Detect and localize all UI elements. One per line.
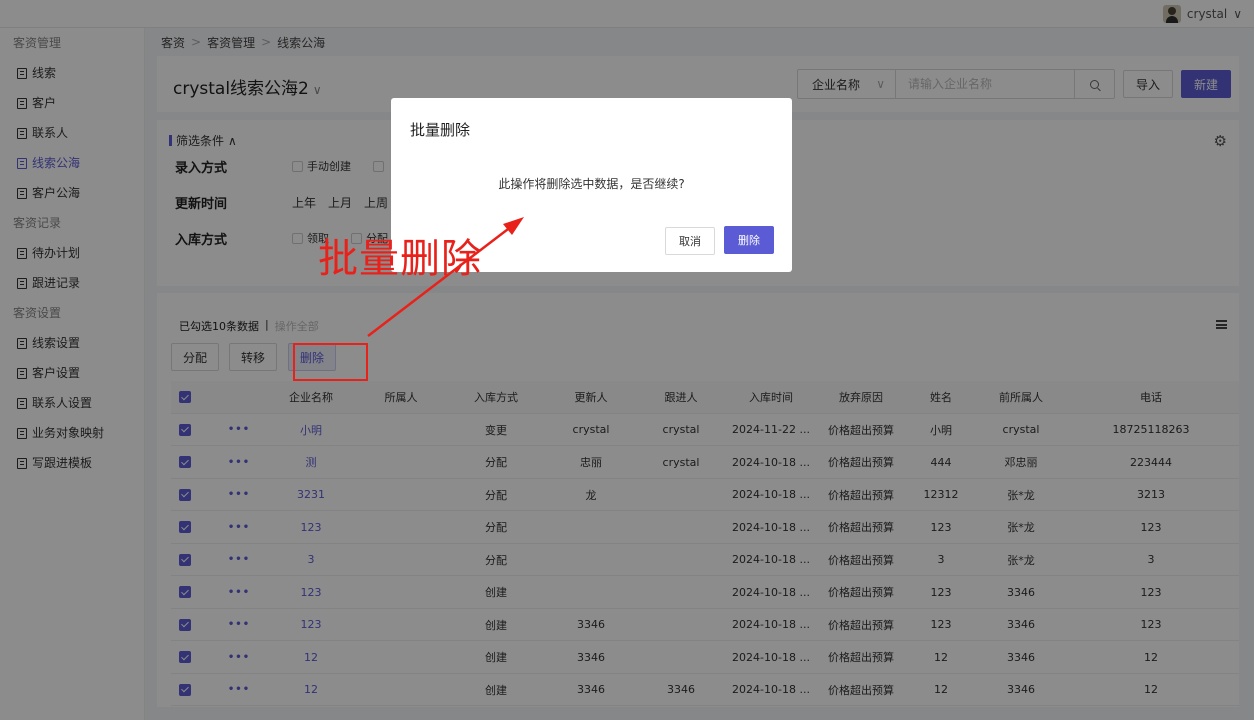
dialog-message: 此操作将删除选中数据，是否继续? <box>498 177 685 191</box>
annotation-highlight-box <box>293 343 368 381</box>
cancel-button[interactable]: 取消 <box>665 227 715 255</box>
confirm-delete-button[interactable]: 删除 <box>724 226 774 254</box>
dialog-title: 批量删除 <box>410 121 471 139</box>
annotation-label: 批量删除 <box>318 236 482 282</box>
